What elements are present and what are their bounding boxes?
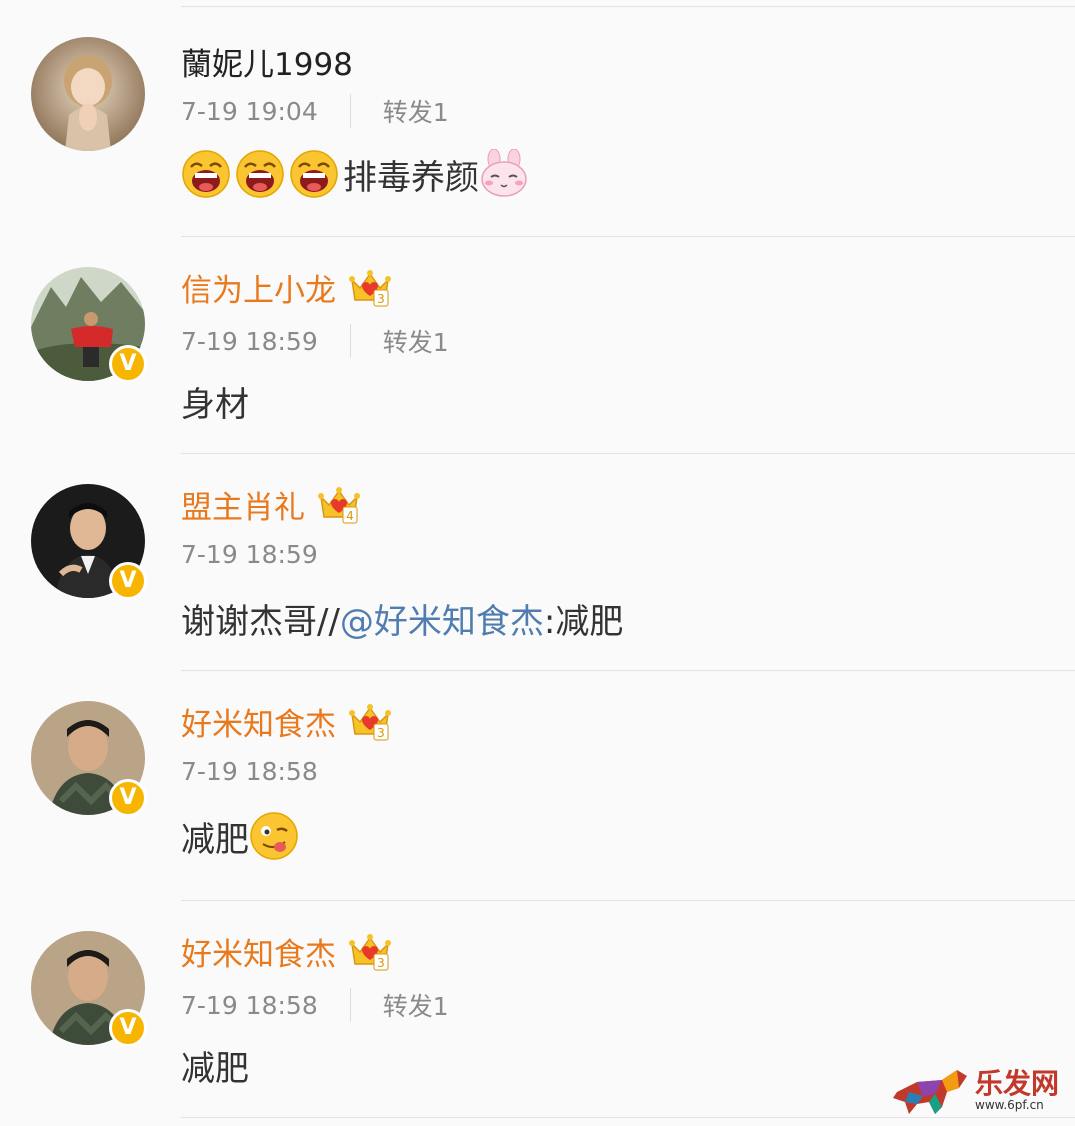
- vip-crown-icon: 3: [349, 703, 391, 740]
- comment-meta: 7-19 18:59 转发1: [181, 323, 449, 359]
- verified-badge-icon: V: [109, 1009, 147, 1047]
- text-segment: 谢谢杰哥//: [181, 602, 340, 642]
- text-segment: 减肥: [181, 1049, 249, 1089]
- avatar[interactable]: V: [31, 484, 147, 600]
- meta-divider: [349, 324, 351, 358]
- tongue-emoji-icon: [250, 812, 298, 860]
- username-row: 好米知食杰 3: [181, 929, 392, 974]
- username-row: 盟主肖礼 4: [181, 482, 361, 527]
- timestamp: 7-19 19:04: [181, 96, 318, 126]
- comment-meta: 7-19 18:58: [181, 757, 318, 786]
- svg-text:3: 3: [377, 956, 385, 970]
- comment-text: 谢谢杰哥// @好米知食杰 :减肥: [181, 594, 623, 643]
- svg-text:3: 3: [377, 726, 385, 740]
- grin-emoji-icon: [182, 150, 230, 198]
- verified-badge-icon: V: [109, 779, 147, 817]
- svg-text:3: 3: [377, 292, 385, 306]
- timestamp: 7-19 18:58: [181, 757, 318, 786]
- comment-text: 减肥: [181, 811, 303, 861]
- comment-meta: 7-19 19:04 转发1: [181, 93, 449, 129]
- meta-divider: [349, 94, 351, 128]
- comment-item[interactable]: V 盟主肖礼 4 7-19 18:59 谢谢杰哥// @好米知食杰 :减肥: [31, 454, 1075, 671]
- vip-crown-icon: 3: [349, 933, 391, 970]
- comment-item[interactable]: V 好米知食杰 3 7-19 18:58 减肥: [31, 671, 1075, 901]
- verified-badge-icon: V: [109, 562, 147, 600]
- repost-count[interactable]: 转发1: [383, 323, 449, 359]
- avatar[interactable]: V: [31, 701, 147, 817]
- timestamp: 7-19 18:58: [181, 990, 318, 1020]
- comment-item[interactable]: 蘭妮儿1998 7-19 19:04 转发1 排毒养颜: [31, 7, 1075, 237]
- grin-emoji-icon: [290, 150, 338, 198]
- text-segment: :减肥: [543, 602, 624, 642]
- comment-meta: 7-19 18:59: [181, 540, 318, 569]
- comment-text: 排毒养颜: [181, 149, 533, 199]
- grin-emoji-icon: [236, 150, 284, 198]
- watermark-url: www.6pf.cn: [975, 1098, 1044, 1112]
- repost-count[interactable]: 转发1: [383, 987, 449, 1023]
- username-row: 蘭妮儿1998: [181, 39, 353, 84]
- avatar[interactable]: V: [31, 931, 147, 1047]
- comment-text: 减肥: [181, 1041, 249, 1090]
- svg-text:4: 4: [346, 509, 354, 523]
- avatar[interactable]: V: [31, 267, 147, 383]
- avatar-image: [31, 37, 145, 151]
- mention-link[interactable]: @好米知食杰: [340, 594, 544, 643]
- username[interactable]: 好米知食杰: [181, 929, 336, 974]
- watermark-logo: 乐发网: [975, 1067, 1060, 1100]
- verified-badge-icon: V: [109, 345, 147, 383]
- username-row: 好米知食杰 3: [181, 699, 392, 744]
- comment-text: 身材: [181, 377, 249, 426]
- avatar[interactable]: [31, 37, 145, 151]
- repost-count[interactable]: 转发1: [383, 93, 449, 129]
- username[interactable]: 好米知食杰: [181, 699, 336, 744]
- comment-item[interactable]: V 信为上小龙 3 7-19 18:59 转发1 身材: [31, 237, 1075, 454]
- username[interactable]: 蘭妮儿1998: [181, 39, 353, 84]
- text-segment: 身材: [181, 385, 249, 425]
- vip-crown-icon: 3: [349, 269, 391, 306]
- text-segment: 减肥: [181, 819, 249, 860]
- comment-meta: 7-19 18:58 转发1: [181, 987, 449, 1023]
- username[interactable]: 盟主肖礼: [181, 482, 305, 527]
- text-segment: 排毒养颜: [343, 157, 479, 198]
- username[interactable]: 信为上小龙: [181, 265, 336, 310]
- meta-divider: [349, 988, 351, 1022]
- timestamp: 7-19 18:59: [181, 540, 318, 569]
- site-watermark: 乐发网 www.6pf.cn: [887, 1062, 1067, 1120]
- bull-logo-icon: [893, 1070, 967, 1114]
- comment-feed: 蘭妮儿1998 7-19 19:04 转发1 排毒养颜 V 信为上小龙 3 7-…: [0, 7, 1075, 1118]
- username-row: 信为上小龙 3: [181, 265, 392, 310]
- timestamp: 7-19 18:59: [181, 326, 318, 356]
- bunny-emoji-icon: [481, 149, 527, 197]
- vip-crown-icon: 4: [318, 486, 360, 523]
